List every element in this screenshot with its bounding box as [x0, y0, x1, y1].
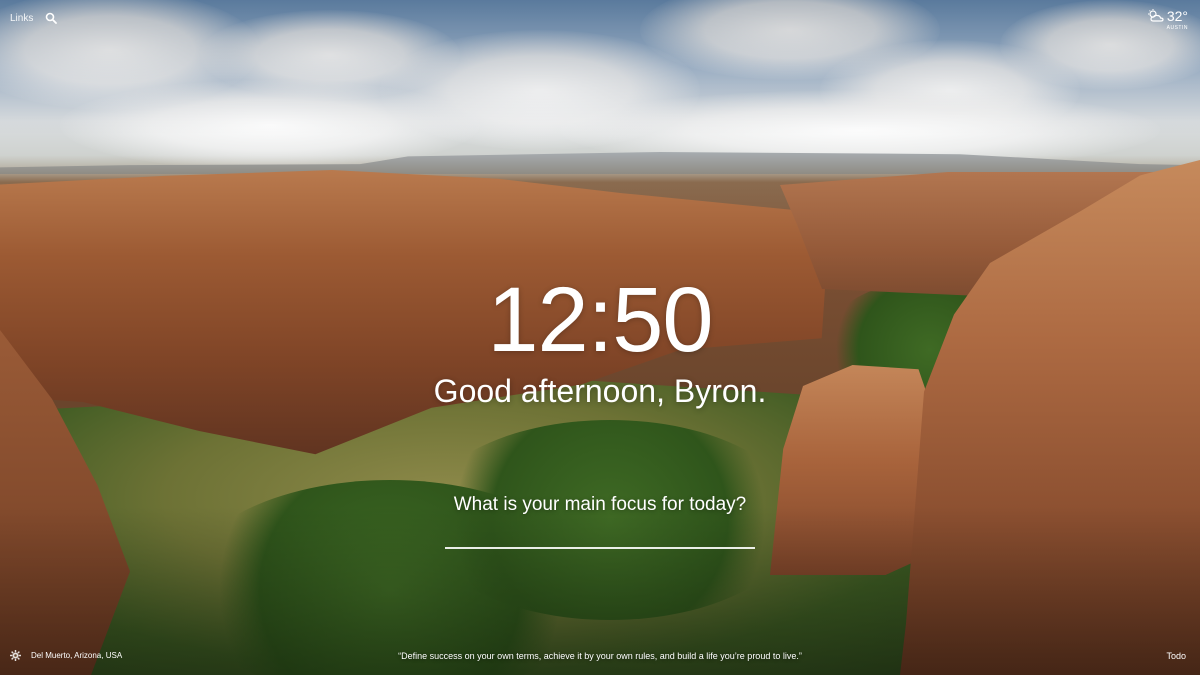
focus-prompt: What is your main focus for today? — [453, 494, 747, 515]
greeting-text: Good afternoon, Byron. — [433, 373, 767, 409]
new-tab-dashboard: Links 32° AUSTIN 12:50 Good afternoon, B… — [0, 0, 1200, 675]
search-icon[interactable] — [45, 12, 58, 24]
daily-quote[interactable]: “Define success on your own terms, achie… — [0, 651, 1200, 661]
links-button[interactable]: Links — [10, 13, 33, 24]
top-left-bar: Links — [10, 12, 58, 24]
clock-time: 12:50 — [487, 269, 713, 371]
todo-button[interactable]: Todo — [1166, 651, 1186, 661]
weather-location: AUSTIN — [1166, 25, 1188, 31]
weather-widget[interactable]: 32° AUSTIN — [1147, 8, 1188, 31]
weather-row: 32° — [1147, 8, 1188, 24]
focus-input[interactable] — [445, 527, 755, 549]
weather-temperature: 32° — [1166, 8, 1188, 24]
partly-cloudy-icon — [1147, 9, 1164, 22]
